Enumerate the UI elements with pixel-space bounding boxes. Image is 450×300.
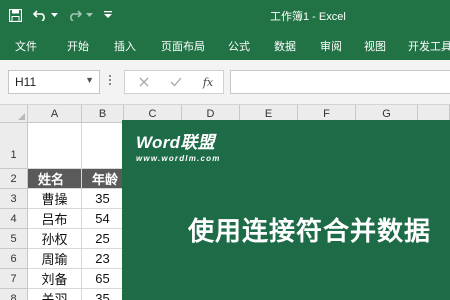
chevron-down-icon[interactable]: ▼ xyxy=(85,75,94,85)
tab-developer[interactable]: 开发工具 xyxy=(408,38,450,54)
redo-dropdown-icon[interactable] xyxy=(84,6,94,24)
row-header-7[interactable]: 7 xyxy=(0,269,28,289)
row-header-1[interactable]: 1 xyxy=(0,123,28,169)
document-title: 工作簿1 - Excel xyxy=(270,11,346,23)
formula-bar-area: H11 ▼ fx xyxy=(0,60,450,105)
cell-b5[interactable]: 25 xyxy=(82,229,124,249)
formula-buttons: fx xyxy=(124,70,224,94)
tab-page-layout[interactable]: 页面布局 xyxy=(161,38,205,54)
cell-b6[interactable]: 23 xyxy=(82,249,124,269)
fx-label: fx xyxy=(202,75,214,89)
cell-a8[interactable]: 关羽 xyxy=(28,289,82,300)
row-header-3[interactable]: 3 xyxy=(0,189,28,209)
cell-a6[interactable]: 周瑜 xyxy=(28,249,82,269)
name-box-value: H11 xyxy=(15,75,37,89)
logo-url: www.wordlm.com xyxy=(136,154,221,163)
row-header-4[interactable]: 4 xyxy=(0,209,28,229)
undo-icon[interactable] xyxy=(31,6,49,24)
cell-b2[interactable]: 年龄 xyxy=(82,169,124,189)
save-icon[interactable] xyxy=(6,6,24,24)
cancel-icon[interactable] xyxy=(133,73,155,91)
banner-headline: 使用连接符合并数据 xyxy=(188,217,432,247)
tab-view[interactable]: 视图 xyxy=(364,38,386,54)
redo-icon[interactable] xyxy=(66,6,84,24)
cell-a4[interactable]: 吕布 xyxy=(28,209,82,229)
customize-toolbar-icon[interactable] xyxy=(102,6,114,24)
tab-review[interactable]: 审阅 xyxy=(320,38,342,54)
row-header-6[interactable]: 6 xyxy=(0,249,28,269)
tab-insert[interactable]: 插入 xyxy=(114,38,136,54)
cell-b7[interactable]: 65 xyxy=(82,269,124,289)
tab-file[interactable]: 文件 xyxy=(15,38,37,54)
title-bar: 工作簿1 - Excel xyxy=(0,0,450,30)
ribbon-tabs: 文件 开始 插入 页面布局 公式 数据 审阅 视图 开发工具 xyxy=(0,30,450,60)
cell-a1[interactable] xyxy=(28,123,82,169)
cell-b8[interactable]: 35 xyxy=(82,289,124,300)
tab-home[interactable]: 开始 xyxy=(67,38,89,54)
cell-a5[interactable]: 孙权 xyxy=(28,229,82,249)
cell-b4[interactable]: 54 xyxy=(82,209,124,229)
tab-formulas[interactable]: 公式 xyxy=(228,38,250,54)
enter-check-icon[interactable] xyxy=(165,73,187,91)
tab-data[interactable]: 数据 xyxy=(274,38,296,54)
row-header-8[interactable]: 8 xyxy=(0,289,28,300)
name-box[interactable]: H11 ▼ xyxy=(8,70,100,94)
column-header-a[interactable]: A xyxy=(28,105,82,123)
cell-a3[interactable]: 曹操 xyxy=(28,189,82,209)
title-banner: Word联盟 www.wordlm.com 使用连接符合并数据 xyxy=(122,120,450,300)
wordlm-logo: Word联盟 www.wordlm.com xyxy=(136,128,221,163)
row-header-5[interactable]: 5 xyxy=(0,229,28,249)
logo-text: Word联盟 xyxy=(136,133,215,152)
formula-input[interactable] xyxy=(230,70,450,94)
row-header-2[interactable]: 2 xyxy=(0,169,28,189)
cell-a2[interactable]: 姓名 xyxy=(28,169,82,189)
select-all-button[interactable] xyxy=(0,105,28,123)
undo-dropdown-icon[interactable] xyxy=(49,6,59,24)
cell-b1[interactable] xyxy=(82,123,124,169)
cell-a7[interactable]: 刘备 xyxy=(28,269,82,289)
column-header-b[interactable]: B xyxy=(82,105,124,123)
resize-handle[interactable] xyxy=(108,73,112,89)
insert-function-icon[interactable]: fx xyxy=(197,73,219,91)
cell-b3[interactable]: 35 xyxy=(82,189,124,209)
